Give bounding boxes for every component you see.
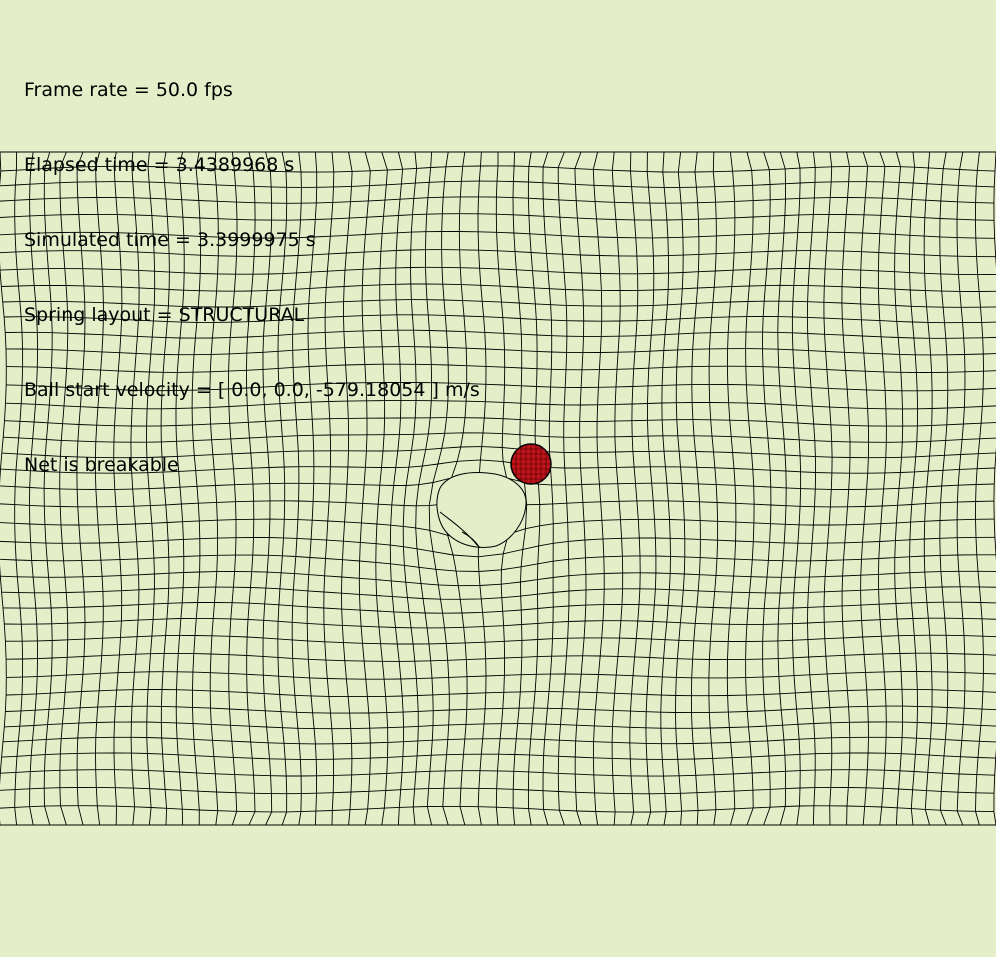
net-strand xyxy=(6,671,996,680)
net-strand xyxy=(629,151,641,826)
net-strand xyxy=(0,570,996,587)
net-strand xyxy=(6,652,996,662)
hud-spring-layout: Spring layout = STRUCTURAL xyxy=(24,304,305,326)
hud-overlay: Frame rate = 50.0 fps Elapsed time = 3.4… xyxy=(24,28,480,528)
net-strand xyxy=(708,151,719,826)
net-strand xyxy=(611,151,624,826)
net-strand xyxy=(5,705,996,714)
net-strand xyxy=(777,151,787,826)
simulation-viewport: Frame rate = 50.0 fps Elapsed time = 3.4… xyxy=(0,0,996,957)
net-strand xyxy=(939,151,949,826)
net-strand xyxy=(5,634,996,645)
net-strand xyxy=(841,151,851,826)
net-strand xyxy=(660,151,671,826)
net-strand xyxy=(592,151,605,826)
hud-net-status: Net is breakable xyxy=(24,454,179,476)
net-strand xyxy=(745,151,755,826)
net-strand xyxy=(2,601,996,614)
hud-ball-start-velocity: Ball start velocity = [ 0.0, 0.0, -579.1… xyxy=(24,379,480,401)
net-strand xyxy=(557,151,570,826)
net-strand xyxy=(675,151,686,826)
ball xyxy=(510,443,552,485)
hud-simulated-time: Simulated time = 3.3999975 s xyxy=(24,229,316,251)
net-strand xyxy=(690,151,701,826)
net-strand xyxy=(4,721,996,730)
hud-elapsed-time: Elapsed time = 3.4389968 s xyxy=(24,154,295,176)
net-strand xyxy=(909,151,919,826)
net-strand xyxy=(14,151,24,826)
net-strand xyxy=(762,151,772,826)
net-strand xyxy=(974,151,984,826)
net-strand xyxy=(860,151,870,826)
net-strand xyxy=(923,151,933,826)
net-strand xyxy=(574,151,587,826)
net-strand xyxy=(0,554,996,572)
hud-frame-rate: Frame rate = 50.0 fps xyxy=(24,79,233,101)
net-strand xyxy=(1,586,996,600)
net-strand xyxy=(645,151,657,826)
net-strand xyxy=(823,151,833,826)
